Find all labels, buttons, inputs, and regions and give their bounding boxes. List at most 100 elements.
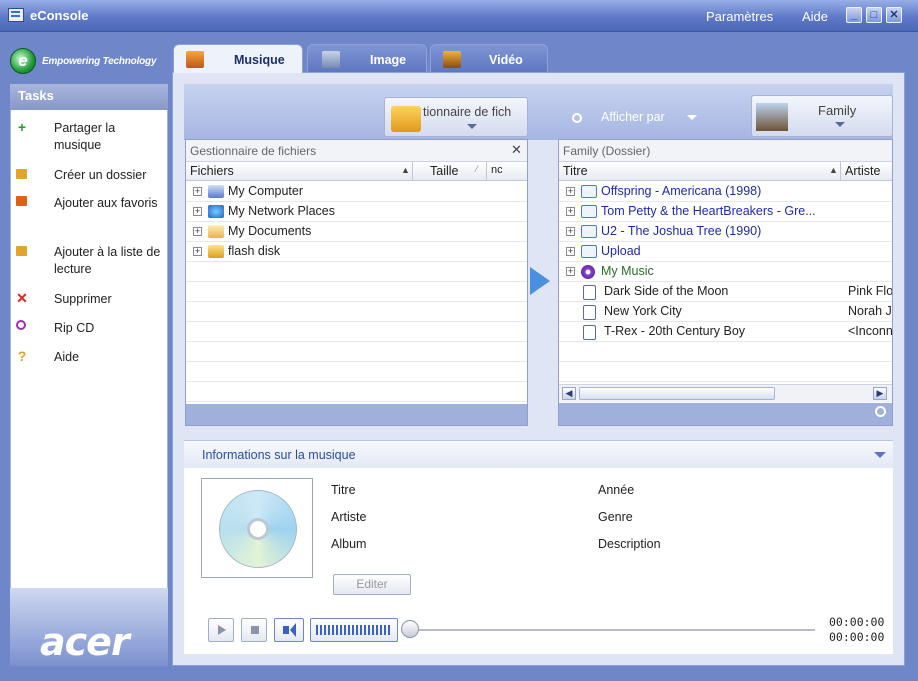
tasks-header: Tasks	[10, 84, 168, 110]
settings-link[interactable]: Paramètres	[706, 9, 773, 24]
col-divider	[412, 162, 413, 180]
tagline: Empowering Technology	[42, 56, 157, 67]
scroll-left-icon[interactable]: ◀	[562, 387, 576, 400]
track-title: T-Rex - 20th Century Boy	[604, 324, 746, 338]
time-total: 00:00:00	[829, 630, 885, 644]
horizontal-scrollbar[interactable]: ◀ ▶	[559, 384, 892, 402]
folder-icon	[581, 225, 597, 238]
source-dropdown[interactable]: tionnaire de fich	[384, 97, 528, 137]
favorites-icon	[16, 196, 27, 206]
close-icon: ✕	[889, 8, 899, 21]
music-info-bar[interactable]: Informations sur la musique	[184, 440, 893, 468]
list-item[interactable]: + Upload	[559, 242, 892, 262]
minimize-button[interactable]: _	[846, 7, 862, 23]
volume-slider[interactable]	[310, 618, 398, 642]
mute-button[interactable]	[274, 618, 304, 642]
cd-hole	[247, 518, 269, 540]
view-by-chevron-icon[interactable]	[687, 115, 697, 120]
maximize-icon: □	[870, 8, 878, 21]
list-item[interactable]: + My Computer	[186, 182, 527, 202]
edit-button[interactable]: Editer	[333, 574, 411, 595]
list-item-label: My Music	[601, 264, 654, 278]
track-artist: <Inconn	[848, 324, 892, 338]
table-row[interactable]: New York City Norah J	[559, 302, 892, 322]
folder-icon	[581, 245, 597, 258]
list-item[interactable]: + My Documents	[186, 222, 527, 242]
help-link[interactable]: Aide	[802, 9, 828, 24]
scroll-right-icon[interactable]: ▶	[873, 387, 887, 400]
view-dropdown[interactable]: Family	[751, 95, 893, 137]
music-info-title: Informations sur la musique	[202, 448, 356, 462]
film-icon	[443, 51, 461, 68]
play-icon	[218, 625, 226, 635]
field-artist-label: Artiste	[331, 510, 367, 524]
expand-icon[interactable]: +	[193, 227, 202, 236]
task-delete[interactable]: Supprimer	[54, 291, 112, 308]
sort-asc-icon: ▲	[829, 165, 838, 175]
list-item[interactable]: + Offspring - Americana (1998)	[559, 182, 892, 202]
family-house-icon	[756, 103, 788, 131]
task-share-music[interactable]: Partager la musique	[54, 120, 164, 154]
list-item[interactable]: + Tom Petty & the HeartBreakers - Gre...	[559, 202, 892, 222]
camera-icon	[322, 51, 340, 68]
task-add-playlist[interactable]: Ajouter à la liste de lecture	[54, 244, 164, 278]
col-files[interactable]: Fichiers	[190, 164, 234, 178]
expand-icon[interactable]: +	[566, 187, 575, 196]
stop-button[interactable]	[241, 618, 267, 642]
task-add-favorites[interactable]: Ajouter aux favoris	[54, 195, 164, 212]
scroll-thumb[interactable]	[579, 387, 775, 400]
family-folder-title: Family (Dossier)	[559, 140, 892, 162]
view-by-label[interactable]: Afficher par	[601, 110, 665, 124]
tab-image[interactable]: Image	[307, 44, 427, 73]
stop-icon	[251, 626, 259, 634]
task-help[interactable]: Aide	[54, 349, 79, 366]
col-artist[interactable]: Artiste	[845, 164, 880, 178]
arrow-right-icon[interactable]	[530, 267, 550, 295]
time-elapsed: 00:00:00	[829, 615, 885, 629]
seek-handle[interactable]	[401, 620, 419, 638]
view-dropdown-label: Family	[818, 103, 857, 118]
help-icon: ?	[17, 348, 27, 364]
list-item-label: My Network Places	[228, 204, 335, 218]
tab-video[interactable]: Vidéo	[430, 44, 548, 73]
table-row[interactable]: Dark Side of the Moon Pink Flo	[559, 282, 892, 302]
col-size[interactable]: Taille	[430, 164, 459, 178]
field-album-label: Album	[331, 537, 367, 551]
expand-icon[interactable]: +	[566, 247, 575, 256]
task-rip-cd[interactable]: Rip CD	[54, 320, 94, 337]
table-row[interactable]: T-Rex - 20th Century Boy <Inconn	[559, 322, 892, 342]
expand-icon[interactable]: +	[193, 247, 202, 256]
close-button[interactable]: ✕	[886, 7, 902, 23]
list-item[interactable]: + U2 - The Joshua Tree (1990)	[559, 222, 892, 242]
expand-icon[interactable]: +	[566, 227, 575, 236]
folder-icon	[391, 106, 421, 132]
speaker-icon	[283, 626, 289, 634]
volume-level	[316, 625, 392, 635]
field-genre-label: Genre	[598, 510, 633, 524]
expand-icon[interactable]: +	[566, 207, 575, 216]
col-nc[interactable]: nc	[491, 164, 503, 176]
list-item[interactable]: + My Music	[559, 262, 892, 282]
list-item[interactable]: + flash disk	[186, 242, 527, 262]
folder-icon	[581, 185, 597, 198]
new-folder-icon	[16, 169, 27, 179]
search-icon[interactable]	[875, 406, 886, 417]
speaker-cone	[290, 623, 296, 637]
maximize-button[interactable]: □	[866, 7, 882, 23]
tab-music-label: Musique	[234, 53, 285, 67]
seek-track[interactable]	[415, 629, 815, 631]
collapse-chevron-icon[interactable]	[874, 452, 886, 458]
list-item[interactable]: + My Network Places	[186, 202, 527, 222]
col-title[interactable]: Titre	[563, 164, 588, 178]
expand-icon[interactable]: +	[193, 207, 202, 216]
rip-cd-icon	[16, 320, 26, 330]
task-create-folder[interactable]: Créer un dossier	[54, 167, 166, 184]
col-divider	[486, 162, 487, 180]
expand-icon[interactable]: +	[193, 187, 202, 196]
close-pane-icon[interactable]: ✕	[511, 142, 522, 158]
list-item-label: Upload	[601, 244, 641, 258]
tab-music[interactable]: Musique	[173, 44, 303, 73]
expand-icon[interactable]: +	[566, 267, 575, 276]
play-button[interactable]	[208, 618, 234, 642]
file-manager-footer	[186, 404, 527, 425]
